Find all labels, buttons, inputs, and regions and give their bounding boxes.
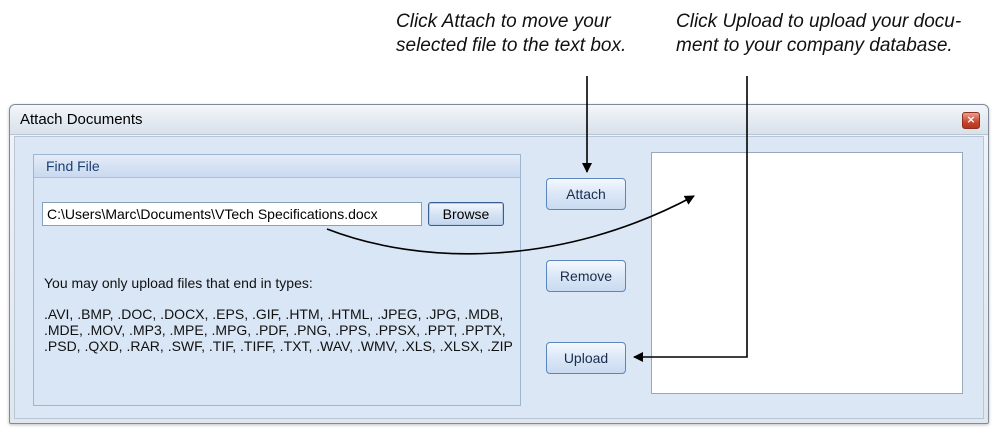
annotation-arrows xyxy=(326,76,748,362)
move-file-arrow xyxy=(326,195,695,255)
